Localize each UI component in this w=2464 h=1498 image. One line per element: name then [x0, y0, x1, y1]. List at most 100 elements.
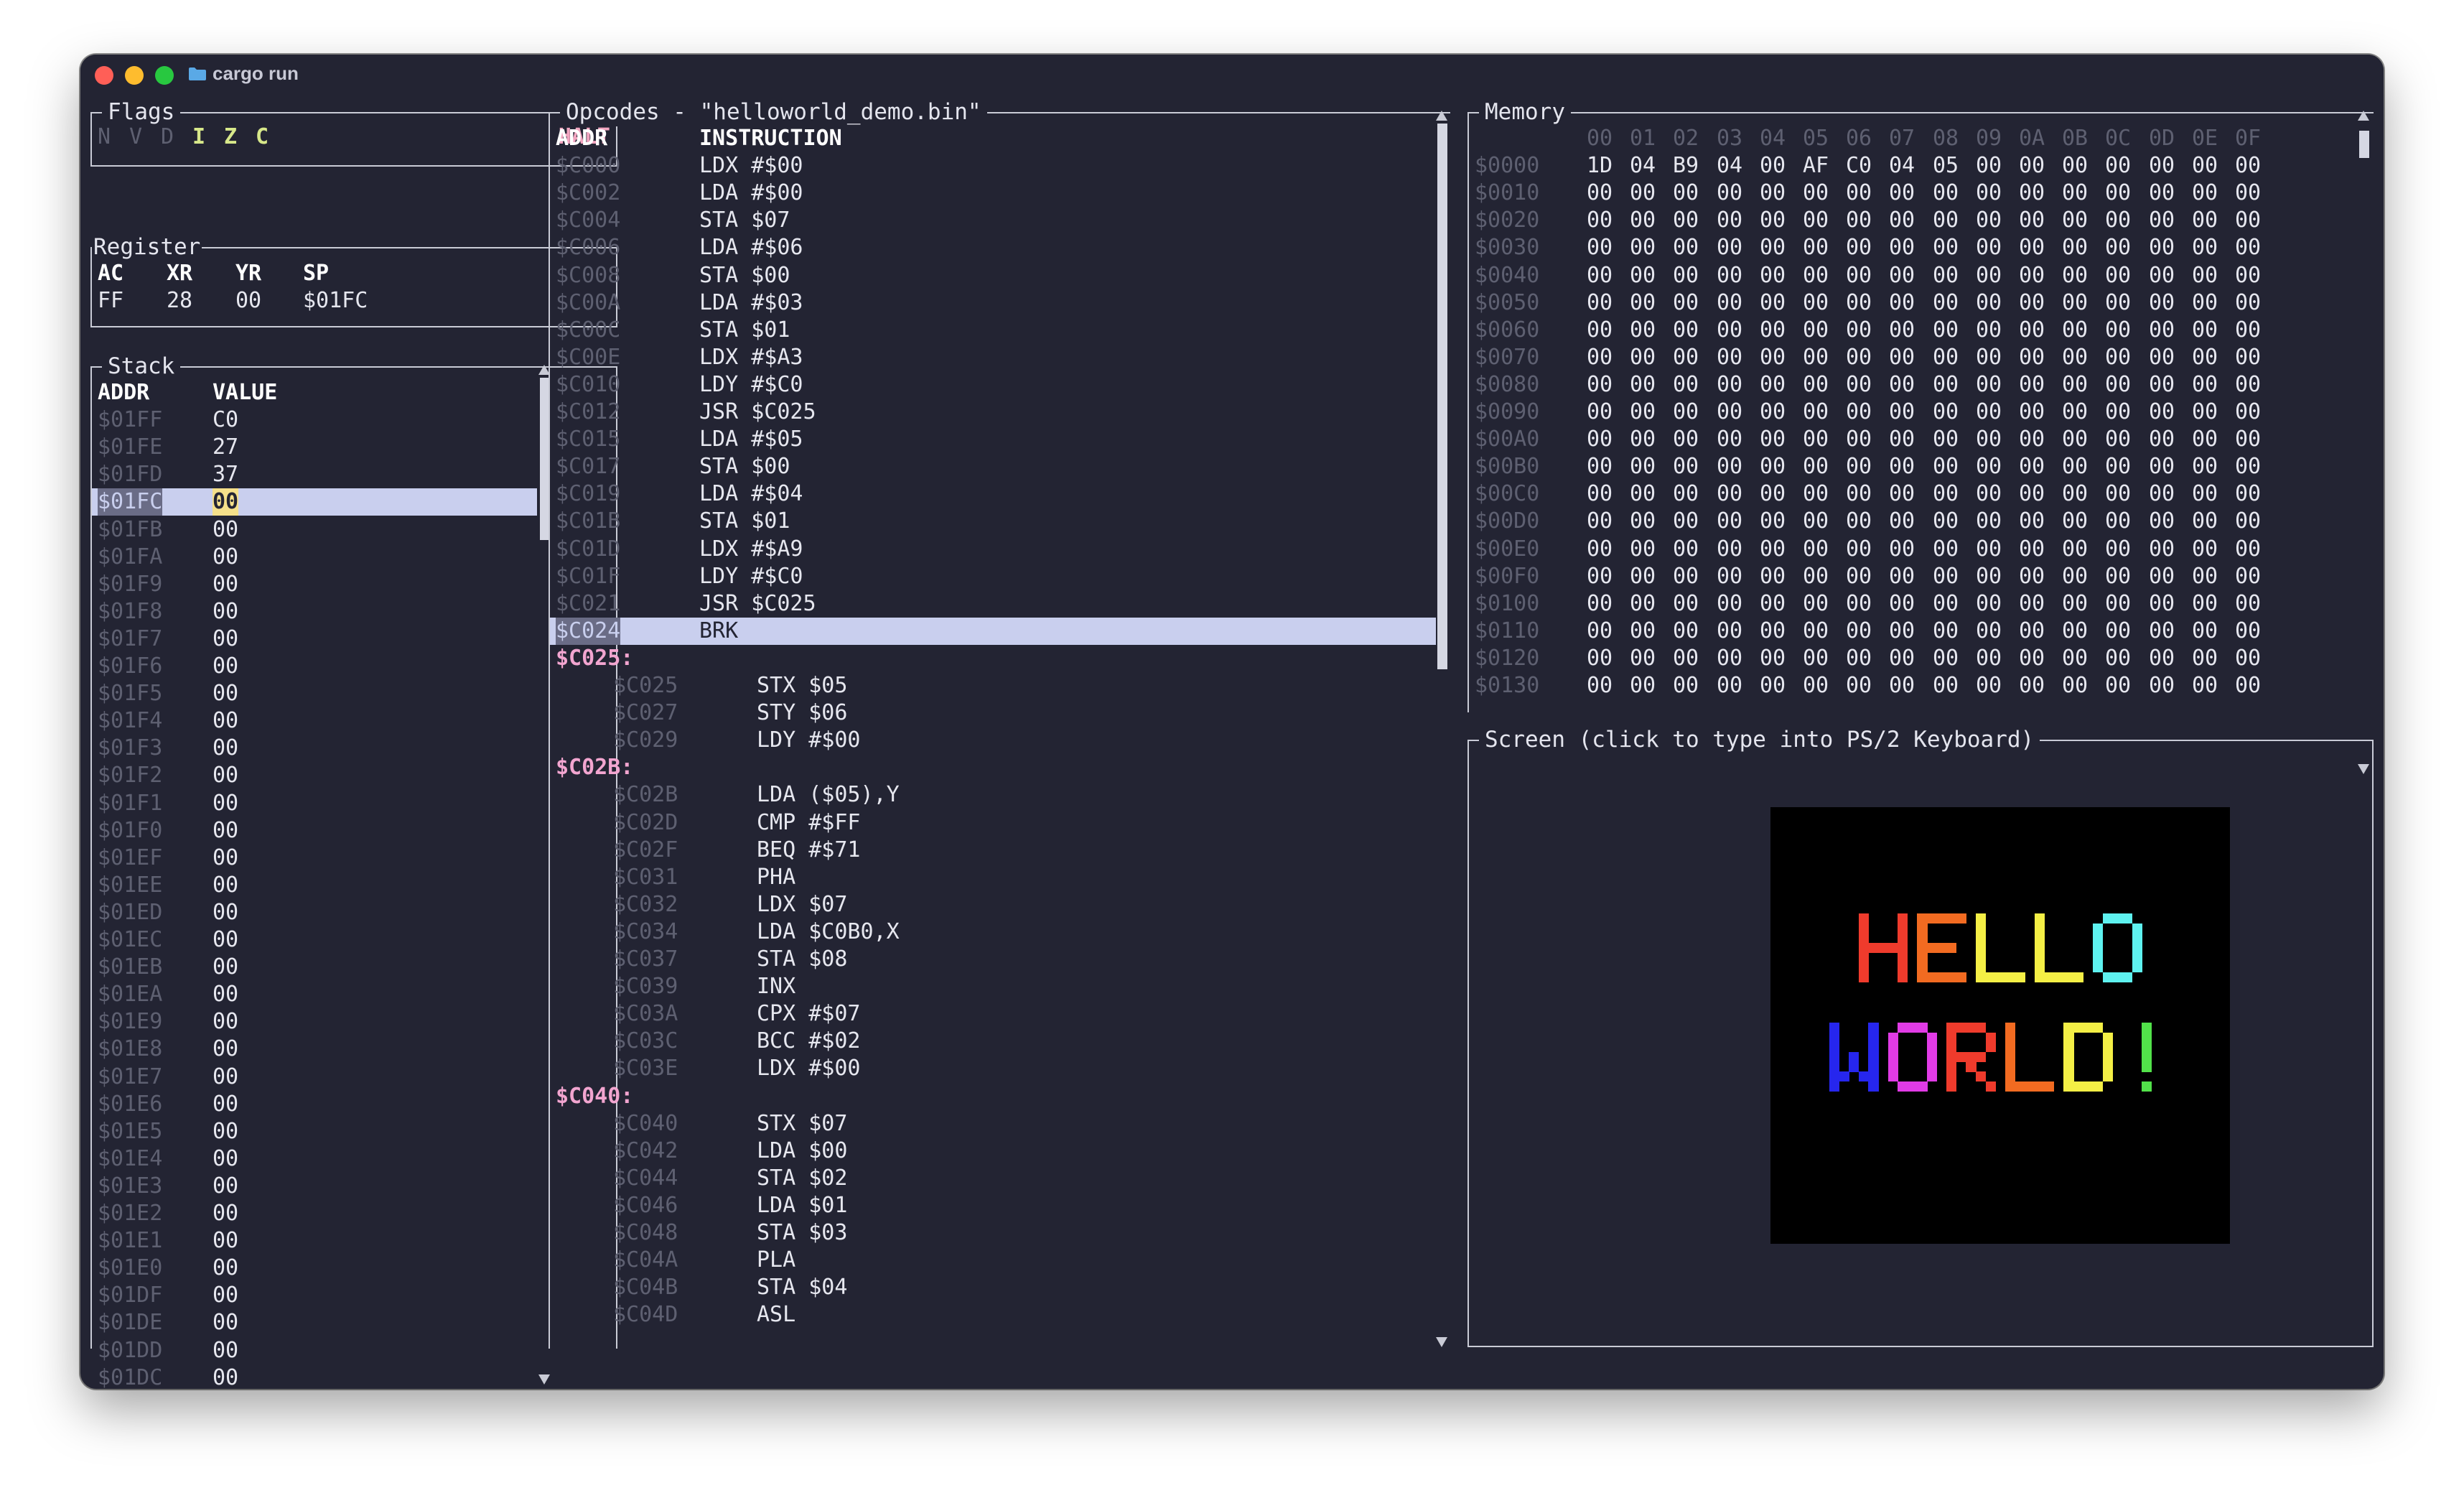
memory-byte[interactable]: 00 [1717, 399, 1742, 426]
stack-scroll-down-icon[interactable] [538, 1374, 550, 1385]
memory-byte[interactable]: 05 [1933, 152, 1959, 180]
memory-byte[interactable]: 00 [2062, 480, 2088, 508]
memory-byte[interactable]: 00 [2192, 207, 2218, 234]
memory-byte[interactable]: 00 [2019, 672, 2045, 699]
memory-byte[interactable]: 00 [1673, 480, 1699, 508]
stack-row[interactable]: $01EA 00 [92, 981, 537, 1008]
memory-byte[interactable]: 00 [1760, 480, 1786, 508]
opcode-row[interactable]: $C040 STX $07 [550, 1110, 1436, 1138]
memory-byte[interactable]: 00 [2105, 289, 2131, 317]
memory-byte[interactable]: 00 [1673, 399, 1699, 426]
memory-byte[interactable]: 00 [2149, 180, 2175, 207]
memory-byte[interactable]: 00 [1889, 590, 1915, 618]
memory-byte[interactable]: 00 [1760, 618, 1786, 645]
stack-row[interactable]: $01DE 00 [92, 1309, 537, 1336]
opcode-row[interactable]: $C04D ASL [550, 1301, 1436, 1329]
memory-byte[interactable]: 00 [1717, 453, 1742, 480]
opcode-row[interactable]: $C037 STA $08 [550, 946, 1436, 973]
memory-byte[interactable]: 00 [2019, 152, 2045, 180]
memory-byte[interactable]: 00 [1933, 399, 1959, 426]
zoom-window-button[interactable] [155, 66, 174, 85]
memory-byte[interactable]: 00 [2192, 453, 2218, 480]
memory-byte[interactable]: 00 [1803, 317, 1829, 344]
memory-byte[interactable]: 00 [1760, 289, 1786, 317]
memory-byte[interactable]: 00 [2019, 618, 2045, 645]
memory-byte[interactable]: 00 [2149, 508, 2175, 535]
memory-byte[interactable]: 00 [2149, 234, 2175, 261]
memory-byte[interactable]: 00 [1846, 508, 1872, 535]
memory-byte[interactable]: 00 [1933, 590, 1959, 618]
memory-byte[interactable]: 00 [2192, 180, 2218, 207]
memory-byte[interactable]: 00 [1933, 480, 1959, 508]
memory-byte[interactable]: 00 [1933, 563, 1959, 590]
memory-byte[interactable]: 00 [1717, 426, 1742, 453]
memory-byte[interactable]: 00 [2192, 672, 2218, 699]
opcodes-panel[interactable]: Opcodes - "helloworld_demo.bin" ADDR INST… [549, 98, 1450, 1349]
opcode-row[interactable]: $C046 LDA $01 [550, 1192, 1436, 1219]
memory-byte[interactable]: 00 [1717, 590, 1742, 618]
stack-row[interactable]: $01E6 00 [92, 1091, 537, 1118]
stack-row[interactable]: $01FD 37 [92, 461, 537, 488]
memory-byte[interactable]: 00 [1846, 480, 1872, 508]
memory-byte[interactable]: 00 [2235, 618, 2261, 645]
memory-byte[interactable]: 00 [1803, 645, 1829, 672]
memory-byte[interactable]: 00 [2235, 371, 2261, 399]
stack-row[interactable]: $01EC 00 [92, 926, 537, 954]
memory-byte[interactable]: 00 [1889, 480, 1915, 508]
memory-byte[interactable]: 00 [1673, 207, 1699, 234]
memory-byte[interactable]: 00 [2019, 536, 2045, 563]
memory-byte[interactable]: 00 [2105, 536, 2131, 563]
memory-byte[interactable]: 00 [2235, 234, 2261, 261]
memory-byte[interactable]: 00 [1587, 317, 1613, 344]
memory-byte[interactable]: 00 [1846, 207, 1872, 234]
stack-row[interactable]: $01DF 00 [92, 1282, 537, 1309]
memory-byte[interactable]: 00 [1630, 207, 1656, 234]
memory-byte[interactable]: 00 [1803, 262, 1829, 289]
memory-byte[interactable]: 00 [2235, 536, 2261, 563]
memory-byte[interactable]: 00 [1760, 645, 1786, 672]
memory-byte[interactable]: 00 [1933, 317, 1959, 344]
memory-byte[interactable]: 00 [1803, 536, 1829, 563]
stack-row[interactable]: $01E3 00 [92, 1173, 537, 1200]
memory-byte[interactable]: 00 [1933, 262, 1959, 289]
memory-byte[interactable]: 00 [1630, 344, 1656, 371]
memory-byte[interactable]: 00 [2149, 344, 2175, 371]
memory-byte[interactable]: 00 [1846, 371, 1872, 399]
stack-row[interactable]: $01F1 00 [92, 790, 537, 817]
stack-row[interactable]: $01FF C0 [92, 406, 537, 434]
memory-byte[interactable]: AF [1803, 152, 1829, 180]
stack-row[interactable]: $01E2 00 [92, 1200, 537, 1227]
memory-byte[interactable]: 00 [2105, 180, 2131, 207]
memory-byte[interactable]: 00 [1630, 645, 1656, 672]
memory-byte[interactable]: 00 [1760, 152, 1786, 180]
memory-byte[interactable]: 00 [2149, 371, 2175, 399]
memory-byte[interactable]: 00 [2062, 262, 2088, 289]
memory-byte[interactable]: 00 [2062, 645, 2088, 672]
memory-byte[interactable]: 00 [2235, 262, 2261, 289]
memory-byte[interactable]: 00 [1717, 207, 1742, 234]
memory-byte[interactable]: 00 [1933, 234, 1959, 261]
memory-byte[interactable]: 00 [1889, 426, 1915, 453]
memory-byte[interactable]: 00 [2062, 399, 2088, 426]
memory-byte[interactable]: 00 [1889, 234, 1915, 261]
memory-byte[interactable]: 00 [1673, 508, 1699, 535]
memory-byte[interactable]: 00 [2105, 234, 2131, 261]
memory-byte[interactable]: 00 [1933, 536, 1959, 563]
memory-byte[interactable]: 00 [2192, 234, 2218, 261]
memory-byte[interactable]: 00 [2149, 453, 2175, 480]
memory-byte[interactable]: 00 [1889, 180, 1915, 207]
opcode-row[interactable]: $C03A CPX #$07 [550, 1000, 1436, 1028]
memory-byte[interactable]: 00 [1803, 207, 1829, 234]
memory-byte[interactable]: 00 [2062, 426, 2088, 453]
stack-row[interactable]: $01EB 00 [92, 954, 537, 981]
memory-byte[interactable]: 00 [1587, 590, 1613, 618]
memory-byte[interactable]: 00 [1673, 590, 1699, 618]
stack-row[interactable]: $01E7 00 [92, 1064, 537, 1091]
memory-byte[interactable]: 00 [1846, 180, 1872, 207]
memory-byte[interactable]: 00 [2235, 645, 2261, 672]
opcode-row[interactable]: $C048 STA $03 [550, 1219, 1436, 1247]
memory-byte[interactable]: 00 [1587, 480, 1613, 508]
memory-byte[interactable]: 00 [1587, 399, 1613, 426]
memory-byte[interactable]: 00 [2192, 344, 2218, 371]
memory-byte[interactable]: 00 [1933, 453, 1959, 480]
